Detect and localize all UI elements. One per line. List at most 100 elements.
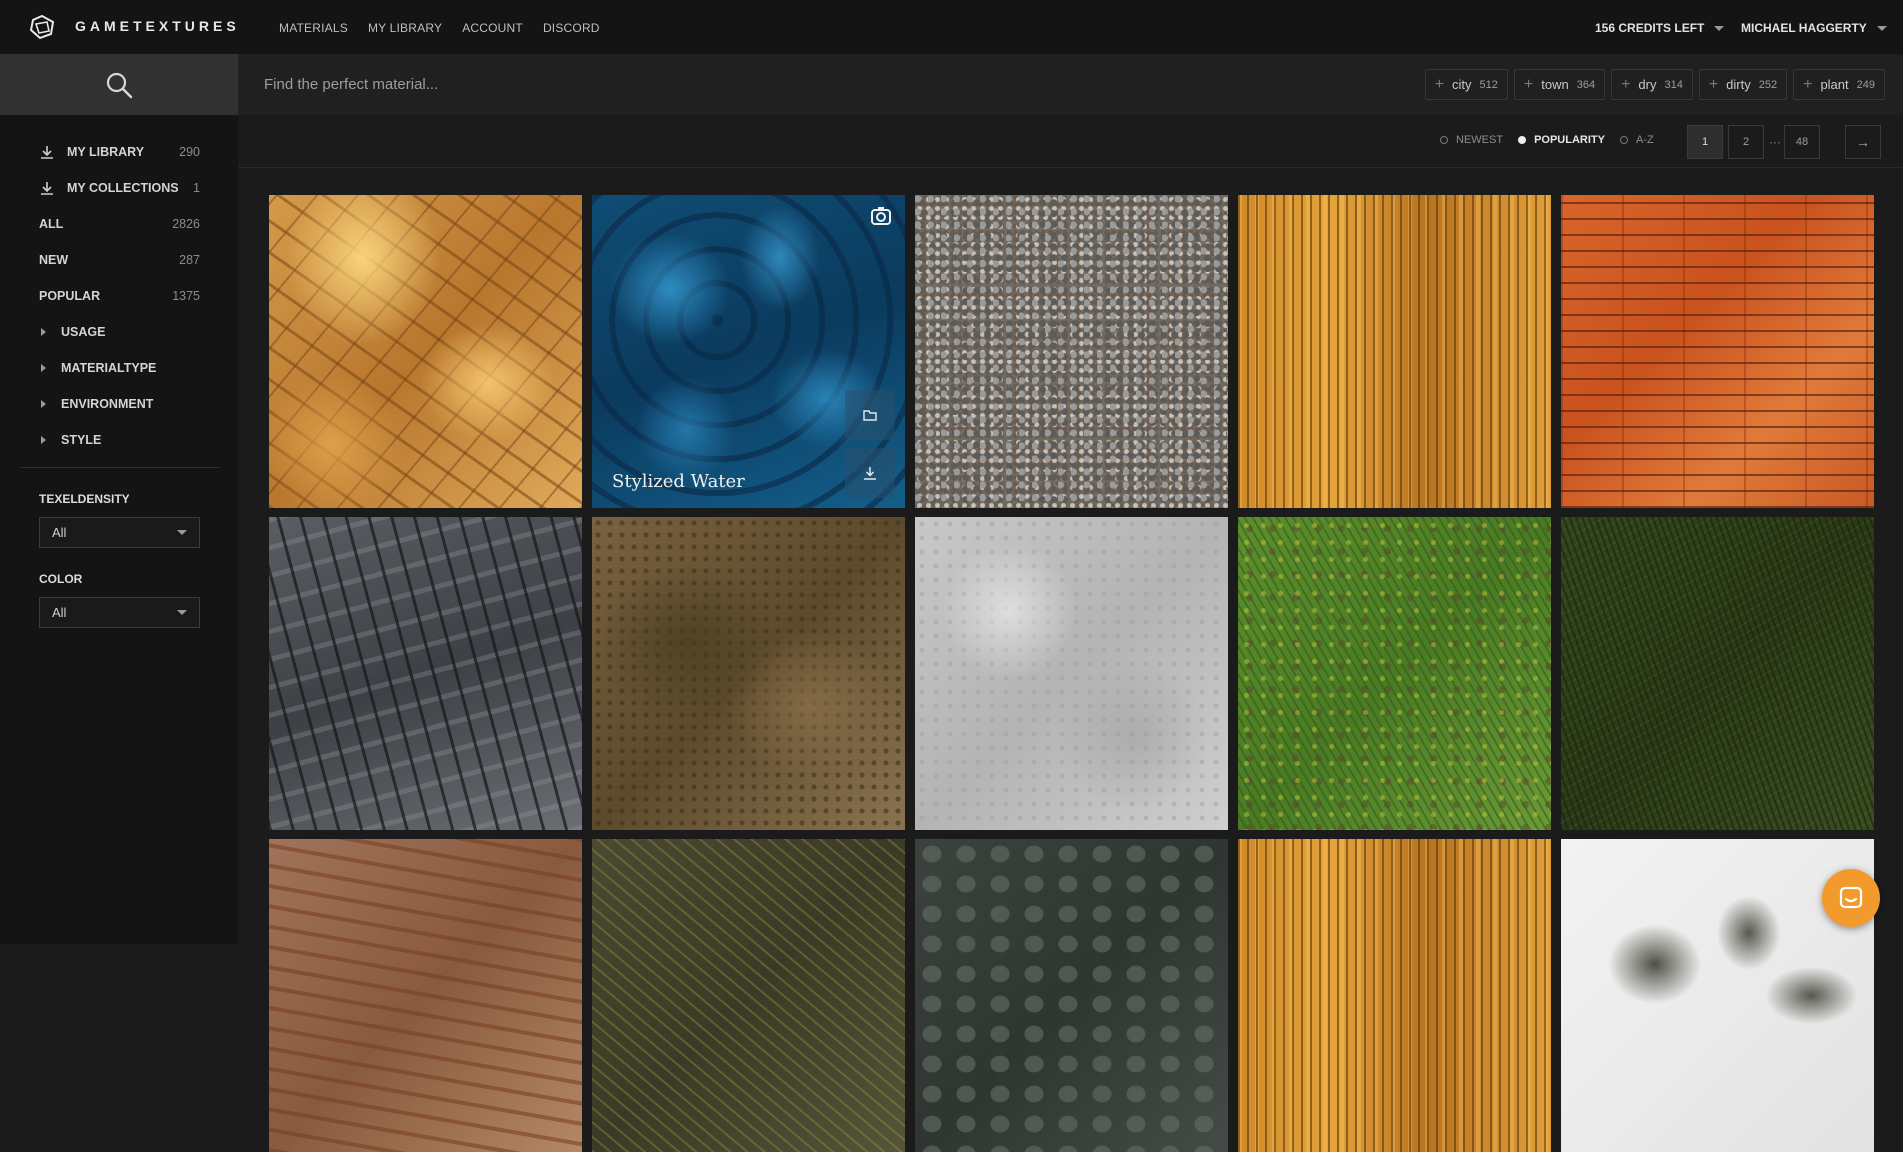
sidebar: MY LIBRARY 290 MY COLLECTIONS 1 ALL 2826…	[0, 115, 238, 944]
sidebar-item-label: ALL	[39, 217, 64, 231]
nav-materials[interactable]: MATERIALS	[279, 21, 348, 35]
material-tile[interactable]	[592, 517, 905, 830]
sort-label: NEWEST	[1456, 134, 1504, 146]
substance-icon[interactable]	[869, 205, 893, 229]
material-tile[interactable]	[1238, 839, 1551, 1152]
tag-count: 252	[1758, 78, 1778, 91]
gametextures-logo-icon[interactable]	[29, 14, 55, 40]
material-tile[interactable]	[915, 839, 1228, 1152]
sort-a-z[interactable]: A-Z	[1619, 134, 1654, 146]
user-menu[interactable]: MICHAEL HAGGERTY	[1741, 21, 1887, 35]
material-tile[interactable]	[269, 517, 582, 830]
material-tile[interactable]	[269, 839, 582, 1152]
chevron-down-icon	[177, 610, 187, 615]
material-tile[interactable]	[1561, 195, 1874, 508]
tag-dirty[interactable]: + dirty 252	[1698, 69, 1788, 100]
sidebar-item-count: 2826	[172, 217, 200, 231]
sort-popularity[interactable]: POPULARITY	[1518, 134, 1605, 146]
tag-label: dirty	[1726, 77, 1751, 92]
sidebar-item-new[interactable]: NEW	[39, 250, 68, 270]
credits-dropdown[interactable]: 156 CREDITS LEFT	[1595, 21, 1725, 35]
page-button[interactable]: 1	[1687, 125, 1723, 159]
main-nav: MATERIALS MY LIBRARY ACCOUNT DISCORD	[279, 21, 600, 35]
sort-label: A-Z	[1635, 134, 1654, 146]
top-bar: GAMETEXTURES MATERIALS MY LIBRARY ACCOUN…	[0, 0, 1903, 54]
tag-city[interactable]: + city 512	[1424, 69, 1508, 100]
sidebar-item-label: ENVIRONMENT	[61, 397, 154, 411]
chevron-right-icon	[41, 400, 46, 408]
radio-icon	[1440, 136, 1448, 144]
sidebar-item-count: 1375	[172, 289, 200, 303]
chevron-right-icon	[41, 436, 46, 444]
add-to-collection-button[interactable]	[845, 390, 895, 440]
sidebar-item-label: MY COLLECTIONS	[67, 181, 179, 195]
texeldensity-select[interactable]: All	[39, 517, 200, 548]
search-input[interactable]	[238, 54, 1378, 115]
radio-icon	[1518, 136, 1527, 144]
material-tile[interactable]	[915, 195, 1228, 508]
plus-icon: +	[1434, 75, 1445, 93]
download-icon	[864, 467, 876, 480]
tag-count: 249	[1856, 78, 1875, 91]
material-tile[interactable]	[1238, 195, 1551, 508]
plus-icon: +	[1621, 75, 1631, 93]
sidebar-item-my-collections[interactable]: MY COLLECTIONS	[39, 178, 179, 198]
content-divider	[238, 167, 1903, 168]
brand-name[interactable]: GAMETEXTURES	[75, 18, 240, 34]
nav-discord[interactable]: DISCORD	[543, 21, 600, 35]
sort-options: NEWEST POPULARITY A-Z	[1440, 134, 1660, 146]
chevron-down-icon	[1876, 25, 1887, 31]
download-icon	[41, 182, 53, 195]
page-button[interactable]: 48	[1784, 125, 1820, 159]
search-bar: + city 512 + town 364 + dry 314 + dirty 252 + pla…	[0, 54, 1903, 115]
chevron-right-icon	[41, 328, 46, 336]
pagination-ellipsis: ···	[1769, 135, 1781, 149]
chat-icon	[1839, 886, 1863, 909]
tag-dry[interactable]: + dry 314	[1611, 69, 1693, 100]
chat-launcher-button[interactable]	[1822, 869, 1880, 927]
chevron-right-icon	[41, 364, 46, 372]
material-tile[interactable]	[269, 195, 582, 508]
search-button[interactable]	[0, 54, 238, 115]
sidebar-item-count: 1	[193, 181, 200, 195]
nav-account[interactable]: ACCOUNT	[462, 21, 523, 35]
material-tile[interactable]	[1561, 517, 1874, 830]
filter-label-texeldensity: TEXELDENSITY	[39, 492, 130, 506]
sidebar-group-style[interactable]: STYLE	[39, 430, 101, 450]
material-tile[interactable]	[1238, 517, 1551, 830]
radio-icon	[1619, 136, 1628, 144]
sidebar-group-materialtype[interactable]: MATERIALTYPE	[39, 358, 156, 378]
select-value: All	[52, 525, 67, 540]
tag-suggestions: + city 512 + town 364 + dry 314 + dirty 252 + pla…	[1424, 69, 1885, 100]
sidebar-item-count: 290	[179, 145, 200, 159]
sidebar-item-label: NEW	[39, 253, 69, 267]
sidebar-item-label: MY LIBRARY	[67, 145, 145, 159]
plus-icon: +	[1803, 75, 1813, 93]
material-tile[interactable]: Stylized Water	[592, 195, 905, 508]
tag-count: 512	[1479, 78, 1498, 91]
page-button[interactable]: 2	[1728, 125, 1764, 159]
material-tile[interactable]	[592, 839, 905, 1152]
user-name: MICHAEL HAGGERTY	[1741, 21, 1867, 35]
next-page-button[interactable]: →	[1845, 125, 1881, 159]
material-tile[interactable]	[915, 517, 1228, 830]
sidebar-item-popular[interactable]: POPULAR	[39, 286, 100, 306]
tag-count: 364	[1576, 78, 1596, 91]
sidebar-item-all[interactable]: ALL	[39, 214, 63, 234]
tag-town[interactable]: + town 364	[1513, 69, 1606, 100]
download-icon	[41, 146, 53, 159]
sidebar-group-environment[interactable]: ENVIRONMENT	[39, 394, 153, 414]
tag-label: town	[1541, 77, 1569, 92]
download-button[interactable]	[845, 448, 895, 498]
tag-plant[interactable]: + plant 249	[1793, 69, 1885, 100]
chevron-down-icon	[177, 530, 187, 535]
nav-my-library[interactable]: MY LIBRARY	[368, 21, 442, 35]
plus-icon: +	[1523, 75, 1534, 93]
sort-newest[interactable]: NEWEST	[1440, 134, 1503, 146]
material-title: Stylized Water	[612, 471, 745, 492]
sidebar-item-my-library[interactable]: MY LIBRARY	[39, 142, 201, 162]
sidebar-item-label: STYLE	[61, 433, 102, 447]
sidebar-item-label: POPULAR	[39, 289, 101, 303]
color-select[interactable]: All	[39, 597, 200, 628]
sidebar-group-usage[interactable]: USAGE	[39, 322, 105, 342]
